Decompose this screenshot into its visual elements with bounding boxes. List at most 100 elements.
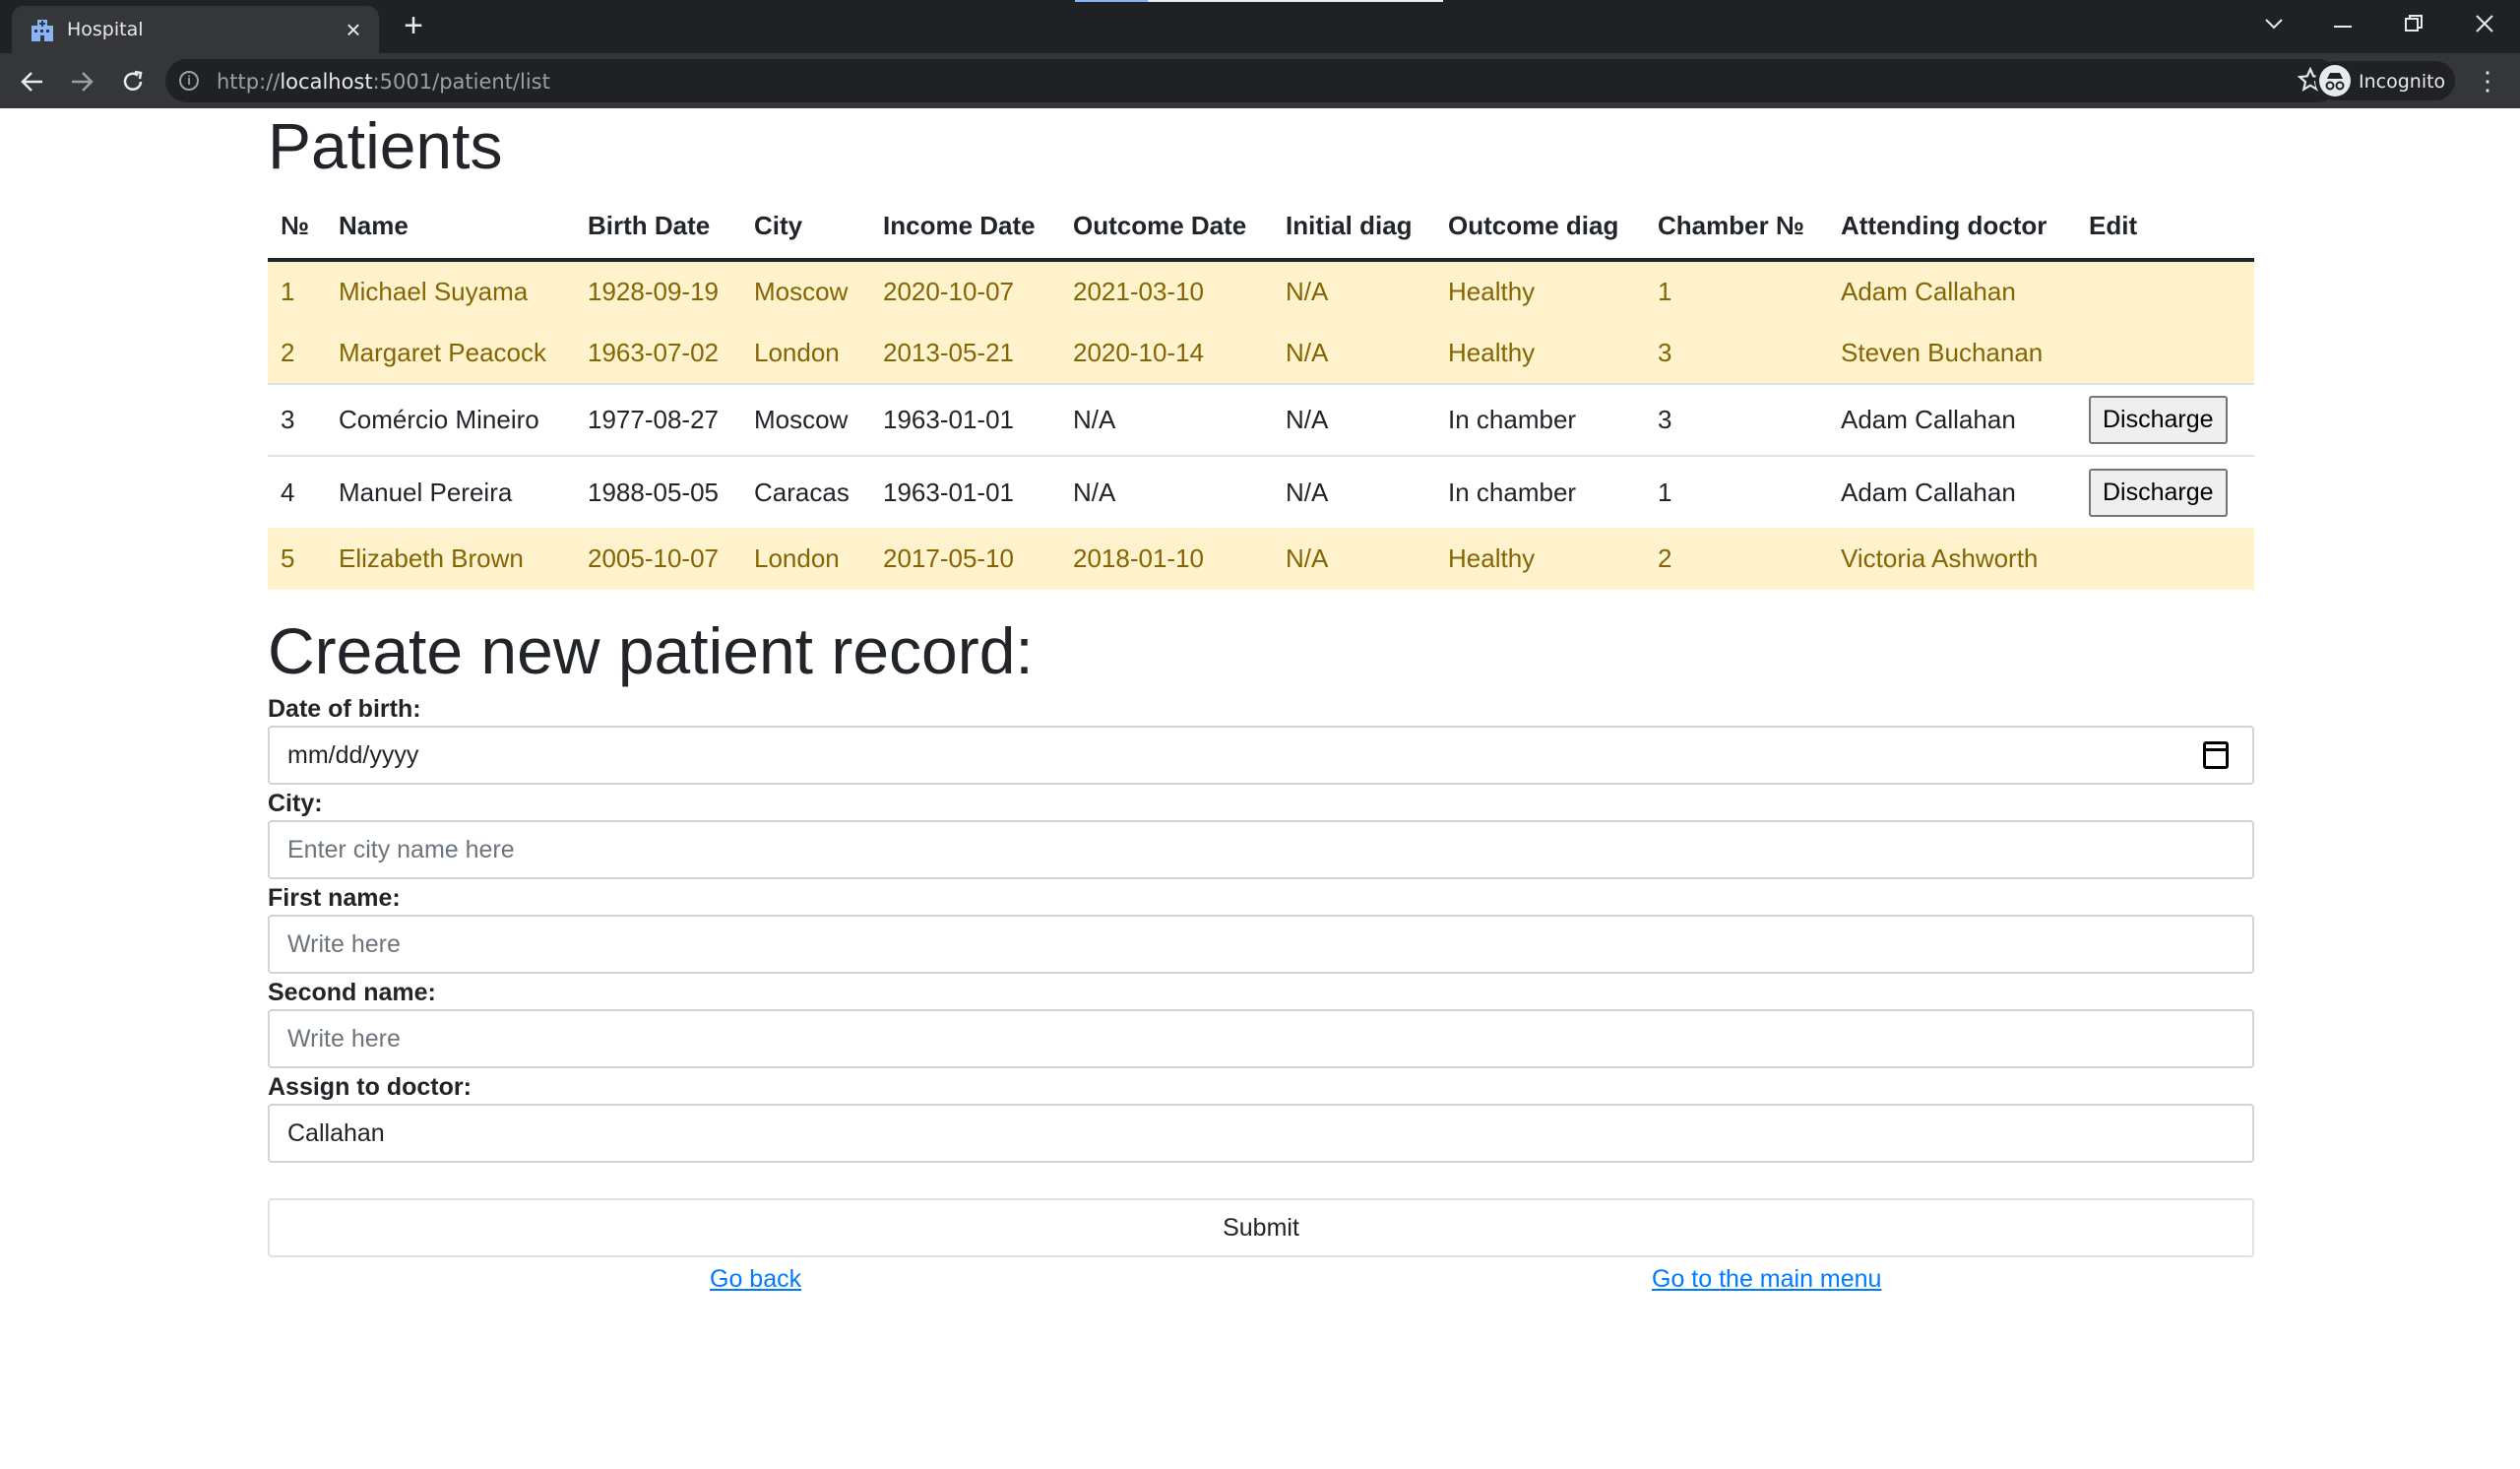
submit-button[interactable]: Submit bbox=[268, 1198, 2254, 1257]
cell-city: Caracas bbox=[741, 455, 870, 528]
cell-num: 2 bbox=[268, 322, 326, 384]
column-header: № bbox=[268, 193, 326, 262]
cell-initial-diag: N/A bbox=[1273, 322, 1435, 384]
tab-search-chevron-icon[interactable] bbox=[2250, 4, 2298, 43]
table-row: 3 Comércio Mineiro 1977-08-27 Moscow 196… bbox=[268, 383, 2254, 456]
table-row: 5 Elizabeth Brown 2005-10-07 London 2017… bbox=[268, 528, 2254, 590]
table-row: 2 Margaret Peacock 1963-07-02 London 201… bbox=[268, 322, 2254, 384]
cell-doctor: Steven Buchanan bbox=[1828, 322, 2076, 384]
cell-chamber: 3 bbox=[1645, 322, 1828, 384]
form-title: Create new patient record: bbox=[268, 614, 1034, 687]
cell-outcome: N/A bbox=[1060, 455, 1273, 528]
cell-num: 1 bbox=[268, 260, 326, 322]
cell-outcome-diag: Healthy bbox=[1435, 528, 1645, 590]
kebab-menu-icon[interactable]: ⋮ bbox=[2475, 63, 2500, 98]
cell-city: London bbox=[741, 322, 870, 384]
city-label: City: bbox=[268, 790, 323, 817]
table-header-row: № Name Birth Date City Income Date Outco… bbox=[268, 193, 2254, 262]
cell-income: 2020-10-07 bbox=[870, 260, 1060, 322]
main-menu-link[interactable]: Go to the main menu bbox=[1652, 1265, 1881, 1294]
new-patient-form: Date of birth: mm/dd/yyyy City: Enter ci… bbox=[268, 692, 2254, 1257]
hospital-icon bbox=[32, 20, 53, 41]
cell-outcome-diag: In chamber bbox=[1435, 383, 1645, 456]
cell-num: 4 bbox=[268, 455, 326, 528]
doctor-label: Assign to doctor: bbox=[268, 1073, 472, 1101]
cell-chamber: 1 bbox=[1645, 455, 1828, 528]
cell-outcome: 2020-10-14 bbox=[1060, 322, 1273, 384]
loading-bar-progress bbox=[1075, 0, 1148, 2]
incognito-icon bbox=[2319, 65, 2351, 96]
cell-edit bbox=[2076, 260, 2254, 322]
cell-birth: 2005-10-07 bbox=[575, 528, 741, 590]
cell-outcome-diag: Healthy bbox=[1435, 260, 1645, 322]
cell-birth: 1928-09-19 bbox=[575, 260, 741, 322]
cell-birth: 1977-08-27 bbox=[575, 383, 741, 456]
cell-outcome: 2021-03-10 bbox=[1060, 260, 1273, 322]
dob-input[interactable]: mm/dd/yyyy bbox=[268, 726, 2254, 785]
page-container: Patients № Name Birth Date City Income D… bbox=[268, 108, 2254, 1301]
cell-outcome: N/A bbox=[1060, 383, 1273, 456]
cell-doctor: Adam Callahan bbox=[1828, 260, 2076, 322]
cell-doctor: Victoria Ashworth bbox=[1828, 528, 2076, 590]
cell-birth: 1988-05-05 bbox=[575, 455, 741, 528]
column-header: Birth Date bbox=[575, 193, 741, 262]
table-row: 1 Michael Suyama 1928-09-19 Moscow 2020-… bbox=[268, 260, 2254, 322]
column-header: Outcome diag bbox=[1435, 193, 1645, 262]
cell-initial-diag: N/A bbox=[1273, 528, 1435, 590]
table-row: 4 Manuel Pereira 1988-05-05 Caracas 1963… bbox=[268, 455, 2254, 528]
address-bar[interactable]: i http://localhost:5001/patient/list bbox=[165, 59, 2339, 102]
calendar-icon[interactable] bbox=[2203, 741, 2229, 769]
cell-outcome: 2018-01-10 bbox=[1060, 528, 1273, 590]
cell-initial-diag: N/A bbox=[1273, 383, 1435, 456]
cell-city: Moscow bbox=[741, 260, 870, 322]
column-header: Edit bbox=[2076, 193, 2254, 262]
cell-birth: 1963-07-02 bbox=[575, 322, 741, 384]
minimize-icon[interactable] bbox=[2319, 4, 2366, 43]
cell-initial-diag: N/A bbox=[1273, 455, 1435, 528]
cell-edit: Discharge bbox=[2076, 383, 2254, 456]
restore-icon[interactable] bbox=[2390, 4, 2437, 43]
new-tab-icon[interactable]: + bbox=[398, 9, 429, 42]
browser-titlebar: Hospital × + bbox=[0, 0, 2520, 53]
back-arrow-icon[interactable] bbox=[16, 65, 49, 98]
patients-table: № Name Birth Date City Income Date Outco… bbox=[268, 193, 2254, 590]
url-text: http://localhost:5001/patient/list bbox=[217, 70, 550, 94]
cell-income: 2017-05-10 bbox=[870, 528, 1060, 590]
city-input[interactable]: Enter city name here bbox=[268, 820, 2254, 879]
close-window-icon[interactable] bbox=[2461, 4, 2508, 43]
cell-edit bbox=[2076, 322, 2254, 384]
incognito-label: Incognito bbox=[2359, 71, 2446, 93]
cell-doctor: Adam Callahan bbox=[1828, 455, 2076, 528]
browser-tab[interactable]: Hospital × bbox=[12, 6, 379, 53]
column-header: Chamber № bbox=[1645, 193, 1828, 262]
info-icon[interactable]: i bbox=[179, 71, 199, 91]
discharge-button[interactable]: Discharge bbox=[2089, 396, 2228, 444]
doctor-select[interactable]: Callahan bbox=[268, 1104, 2254, 1163]
page-title: Patients bbox=[268, 109, 503, 182]
cell-chamber: 3 bbox=[1645, 383, 1828, 456]
column-header: Attending doctor bbox=[1828, 193, 2076, 262]
column-header: Outcome Date bbox=[1060, 193, 1273, 262]
cell-initial-diag: N/A bbox=[1273, 260, 1435, 322]
cell-edit: Discharge bbox=[2076, 455, 2254, 528]
tab-title: Hospital bbox=[67, 19, 144, 40]
cell-city: London bbox=[741, 528, 870, 590]
reload-icon[interactable] bbox=[116, 65, 150, 98]
cell-name: Margaret Peacock bbox=[326, 322, 575, 384]
cell-doctor: Adam Callahan bbox=[1828, 383, 2076, 456]
cell-chamber: 2 bbox=[1645, 528, 1828, 590]
column-header: Initial diag bbox=[1273, 193, 1435, 262]
second-name-input[interactable]: Write here bbox=[268, 1009, 2254, 1068]
cell-num: 3 bbox=[268, 383, 326, 456]
discharge-button[interactable]: Discharge bbox=[2089, 468, 2228, 517]
cell-edit bbox=[2076, 528, 2254, 590]
cell-outcome-diag: In chamber bbox=[1435, 455, 1645, 528]
forward-arrow-icon[interactable] bbox=[65, 65, 98, 98]
incognito-badge[interactable]: Incognito bbox=[2315, 61, 2455, 100]
dob-field-wrap: mm/dd/yyyy bbox=[268, 726, 2254, 785]
go-back-link[interactable]: Go back bbox=[710, 1265, 801, 1294]
tab-close-icon[interactable]: × bbox=[340, 16, 367, 43]
cell-name: Manuel Pereira bbox=[326, 455, 575, 528]
second-name-label: Second name: bbox=[268, 979, 436, 1006]
first-name-input[interactable]: Write here bbox=[268, 915, 2254, 974]
